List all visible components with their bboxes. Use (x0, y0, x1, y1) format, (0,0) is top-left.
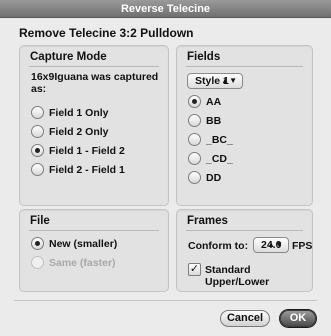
divider (186, 66, 303, 67)
frames-title: Frames (187, 215, 228, 227)
radio-new-smaller[interactable]: New (smaller) (31, 237, 117, 250)
capture-mode-description: 16x9Iguana was captured as: (31, 71, 159, 95)
radio-label: New (smaller) (49, 237, 118, 250)
radio-label: _BC_ (206, 133, 233, 146)
capture-mode-group: Capture Mode 16x9Iguana was captured as:… (19, 45, 169, 206)
radio-label: AA (206, 95, 222, 108)
radio-label: Field 2 Only (49, 125, 109, 138)
file-group: File New (smaller) Same (faster) (19, 209, 169, 292)
radio-indicator-selected[interactable] (31, 237, 44, 250)
dialog-heading: Remove Telecine 3:2 Pulldown (19, 26, 194, 40)
radio-indicator[interactable] (31, 106, 44, 119)
radio-fields-dd[interactable]: DD (188, 171, 221, 184)
conform-label: Conform to: (188, 240, 249, 252)
radio-fields-bb[interactable]: BB (188, 114, 221, 127)
radio-indicator[interactable] (188, 152, 201, 165)
radio-indicator[interactable] (188, 133, 201, 146)
radio-label: DD (206, 171, 222, 184)
radio-label: BB (206, 114, 222, 127)
file-title: File (30, 215, 50, 227)
frames-group: Frames Conform to: 24.0 ▲▼ FPS ✓ Standar… (176, 209, 313, 292)
divider (29, 230, 159, 231)
fields-title: Fields (187, 51, 221, 63)
radio-label: Field 2 - Field 1 (49, 163, 125, 176)
divider (29, 66, 159, 67)
ok-button[interactable]: OK (280, 310, 316, 327)
radio-label: Same (faster) (49, 256, 116, 269)
capture-mode-title: Capture Mode (30, 51, 107, 63)
fields-group: Fields Style 1 ▲▼ AA BB _BC_ _CD_ DD (176, 45, 313, 206)
up-down-arrows-icon: ▲▼ (221, 76, 237, 85)
radio-fields-aa[interactable]: AA (188, 95, 221, 108)
radio-fields-cd[interactable]: _CD_ (188, 152, 233, 165)
cancel-button[interactable]: Cancel (220, 310, 270, 327)
radio-fields-bc[interactable]: _BC_ (188, 133, 233, 146)
radio-indicator[interactable] (31, 256, 44, 269)
up-down-arrows-icon: ▲▼ (267, 240, 283, 249)
radio-indicator[interactable] (188, 114, 201, 127)
window-title: Reverse Telecine (120, 3, 211, 15)
radio-field-2-only[interactable]: Field 2 Only (31, 125, 109, 138)
radio-indicator[interactable] (31, 125, 44, 138)
divider (186, 230, 303, 231)
standard-upper-lower-label: Standard Upper/Lower (205, 264, 270, 288)
radio-label: Field 1 - Field 2 (49, 144, 125, 157)
standard-upper-lower-checkbox[interactable]: ✓ (188, 263, 201, 276)
radio-label: Field 1 Only (49, 106, 109, 119)
radio-indicator-selected[interactable] (188, 95, 201, 108)
button-separator (14, 300, 317, 301)
radio-indicator-selected[interactable] (31, 144, 44, 157)
radio-field-1-only[interactable]: Field 1 Only (31, 106, 109, 119)
radio-same-faster[interactable]: Same (faster) (31, 256, 116, 269)
radio-field-1-field-2[interactable]: Field 1 - Field 2 (31, 144, 125, 157)
radio-indicator[interactable] (188, 171, 201, 184)
radio-label: _CD_ (206, 152, 233, 165)
dialog-body: Remove Telecine 3:2 Pulldown Capture Mod… (0, 18, 331, 336)
window-titlebar: Reverse Telecine (0, 0, 331, 18)
conform-popup[interactable]: 24.0 ▲▼ (253, 237, 289, 253)
radio-indicator[interactable] (31, 163, 44, 176)
fps-label: FPS (292, 240, 313, 252)
radio-field-2-field-1[interactable]: Field 2 - Field 1 (31, 163, 125, 176)
style-popup[interactable]: Style 1 ▲▼ (187, 73, 243, 89)
